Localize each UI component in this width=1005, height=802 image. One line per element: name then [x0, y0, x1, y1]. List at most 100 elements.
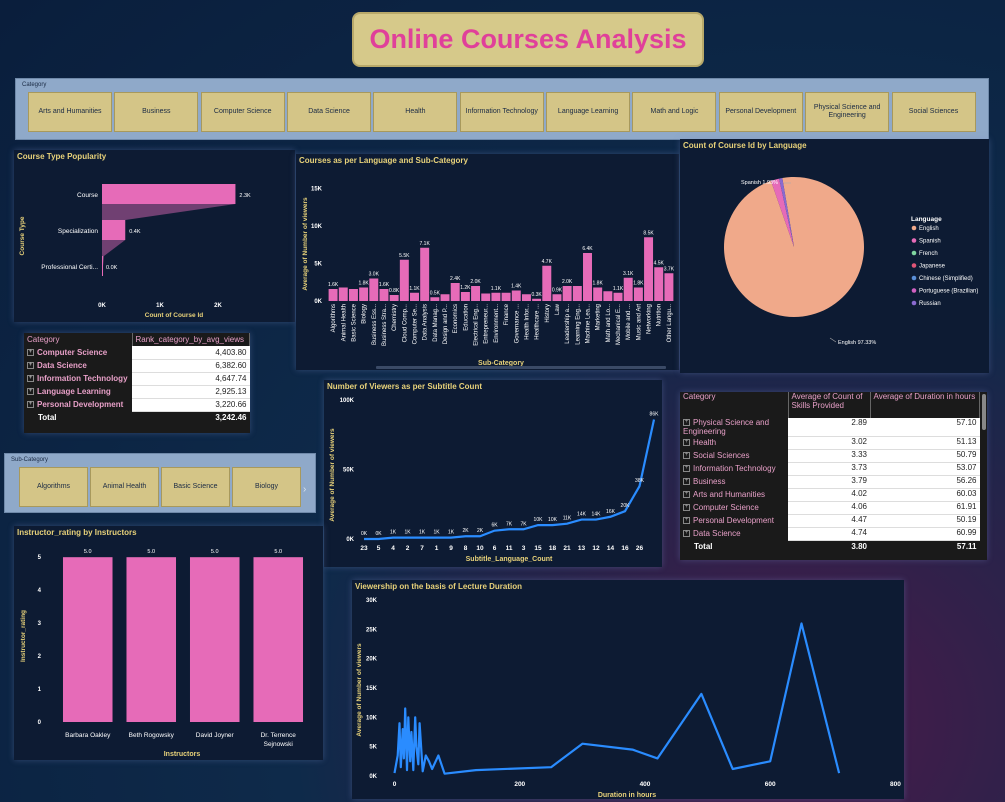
x-tick-label: Mobile and ... — [626, 304, 632, 340]
category-slicer-button[interactable]: Information Technology — [459, 92, 544, 132]
bar — [102, 256, 103, 276]
x-tick-label: Finance — [504, 303, 510, 325]
subcategory-slicer-button[interactable]: Biology — [232, 467, 301, 507]
bar — [189, 557, 240, 722]
expand-icon[interactable]: + — [27, 375, 34, 383]
table-row[interactable]: + Information Technology 4,647.74 — [24, 372, 250, 386]
skills-header-skills[interactable]: Average of Count of Skills Provided — [788, 392, 871, 418]
rank-header-value[interactable]: Rank_category_by_avg_views — [132, 333, 250, 346]
table-row[interactable]: + Personal Development 3,220.66 — [24, 398, 250, 412]
data-label: 2.0K — [562, 279, 573, 285]
skills-header-category[interactable]: Category — [680, 392, 789, 418]
expand-icon[interactable]: + — [683, 478, 690, 486]
subcategory-slicer-button[interactable]: Animal Health — [90, 467, 159, 507]
x-tick-label: Algorithms — [331, 304, 337, 332]
x-tick-label: Animal Health — [341, 304, 347, 341]
bar — [664, 273, 674, 301]
expand-icon[interactable]: + — [683, 419, 690, 427]
y-tick-label: 30K — [366, 598, 378, 604]
expand-icon[interactable]: + — [27, 349, 34, 357]
expand-icon[interactable]: + — [683, 439, 690, 447]
table-row[interactable]: + Computer Science 4.06 61.91 — [680, 501, 980, 515]
bar — [359, 287, 369, 301]
category-slicer-button[interactable]: Health — [373, 92, 458, 132]
course-type-title: Course Type Popularity — [17, 152, 107, 161]
duration-views-panel: Viewership on the basis of Lecture Durat… — [352, 580, 904, 799]
category-slicer-button[interactable]: Arts and Humanities — [28, 92, 112, 132]
y-tick-label: 3 — [38, 621, 42, 627]
expand-icon[interactable]: + — [27, 401, 34, 409]
x-tick-label: 2K — [214, 303, 222, 309]
expand-icon[interactable]: + — [683, 504, 690, 512]
x-tick-label: Governance ... — [514, 304, 520, 344]
row-category-label: Information Technology — [37, 374, 128, 383]
x-tick-label: 15 — [534, 545, 542, 552]
table-row[interactable]: + Physical Science and Engineering 2.89 57.… — [680, 418, 980, 437]
row-category-label: Arts and Humanities — [693, 490, 766, 499]
total-row: Total 3,242.46 — [24, 411, 250, 424]
row-duration: 50.79 — [870, 449, 980, 463]
category-slicer-button[interactable]: Business — [114, 92, 199, 132]
expand-icon[interactable]: + — [683, 465, 690, 473]
category-slicer-button[interactable]: Language Learning — [546, 92, 631, 132]
rank-header-category[interactable]: Category — [24, 333, 133, 346]
category-slicer-button[interactable]: Personal Development — [718, 92, 803, 132]
expand-icon[interactable]: + — [27, 362, 34, 370]
x-tick-label: Networking — [647, 304, 653, 334]
table-row[interactable]: + Arts and Humanities 4.02 60.03 — [680, 488, 980, 502]
x-tick-label: 600 — [765, 781, 776, 788]
expand-icon[interactable]: + — [683, 452, 690, 460]
leader-line — [829, 337, 837, 343]
bar — [501, 292, 511, 301]
subtitle-views-panel: Number of Viewers as per Subtitle Count … — [324, 380, 662, 567]
row-category-label: Business — [693, 477, 726, 486]
total-label: Total — [24, 411, 132, 424]
data-label: 86K — [650, 411, 660, 417]
x-tick-label: Data Analysis — [423, 304, 429, 340]
x-tick-label: 21 — [563, 545, 571, 552]
y-axis-label: Average of Number of viewers — [356, 643, 363, 737]
legend-marker — [911, 225, 917, 231]
subcategory-slicer-label: Sub-Category — [11, 457, 49, 463]
bar — [562, 286, 572, 301]
lang-subcat-chart: 0K 5K 10K 15K 1.6K Algorithms Animal Health Bas… — [302, 187, 675, 369]
table-row[interactable]: + Data Science 4.74 60.99 — [680, 527, 980, 541]
x-tick-label: Environment... — [494, 304, 500, 343]
subcategory-slicer-button[interactable]: Algorithms — [19, 467, 88, 507]
series-line — [393, 622, 841, 775]
table-row[interactable]: + Social Sciences 3.33 50.79 — [680, 449, 980, 463]
data-label: 1K — [404, 530, 411, 536]
expand-icon[interactable]: + — [683, 491, 690, 499]
table-scrollbar[interactable] — [982, 394, 986, 430]
table-row[interactable]: + Language Learning 2,925.13 — [24, 385, 250, 399]
x-axis-label: Count of Course Id — [145, 312, 204, 319]
row-category: + Information Technology — [680, 462, 788, 475]
expand-icon[interactable]: + — [27, 388, 34, 396]
category-slicer-button[interactable]: Social Sciences — [891, 92, 976, 132]
data-label: 7K — [520, 521, 527, 527]
x-tick-label: Entrepreneur... — [484, 304, 490, 344]
table-row[interactable]: + Health 3.02 51.13 — [680, 436, 980, 450]
bar — [430, 297, 440, 301]
table-row[interactable]: + Business 3.79 56.26 — [680, 475, 980, 489]
subtitle-views-chart: 0K 50K 100K 0K 0K 1K 1K 1K 1K 1K 2K 2K 6K 7K 7K 10K 10K 1… — [329, 398, 660, 563]
table-row[interactable]: + Data Science 6,382.60 — [24, 359, 250, 373]
table-row[interactable]: + Computer Science 4,403.80 — [24, 346, 250, 360]
category-slicer-button[interactable]: Computer Science — [200, 92, 285, 132]
category-slicer-button[interactable]: Data Science — [287, 92, 372, 132]
expand-icon[interactable]: + — [683, 530, 690, 538]
expand-icon[interactable]: + — [683, 517, 690, 525]
y-tick-label: 20K — [366, 657, 378, 663]
legend-marker — [911, 263, 917, 268]
skills-header-duration[interactable]: Average of Duration in hours — [870, 392, 980, 418]
subcategory-slicer-button[interactable]: Basic Science — [161, 467, 230, 507]
instructor-rating-chart: 0 1 2 3 4 5 5.0 5.0 5.0 5.0 Barbara Oakley Beth Rog… — [20, 549, 304, 758]
y-tick-label: 5 — [38, 555, 42, 561]
row-category-label: Personal Development — [693, 516, 774, 525]
table-row[interactable]: + Personal Development 4.47 50.19 — [680, 514, 980, 528]
bar — [471, 286, 481, 301]
category-slicer-button[interactable]: Math and Logic — [632, 92, 717, 132]
chevron-right-icon[interactable]: › — [303, 484, 306, 495]
category-slicer-button[interactable]: Physical Science and Engineering — [805, 92, 890, 132]
table-row[interactable]: + Information Technology 3.73 53.07 — [680, 462, 980, 476]
